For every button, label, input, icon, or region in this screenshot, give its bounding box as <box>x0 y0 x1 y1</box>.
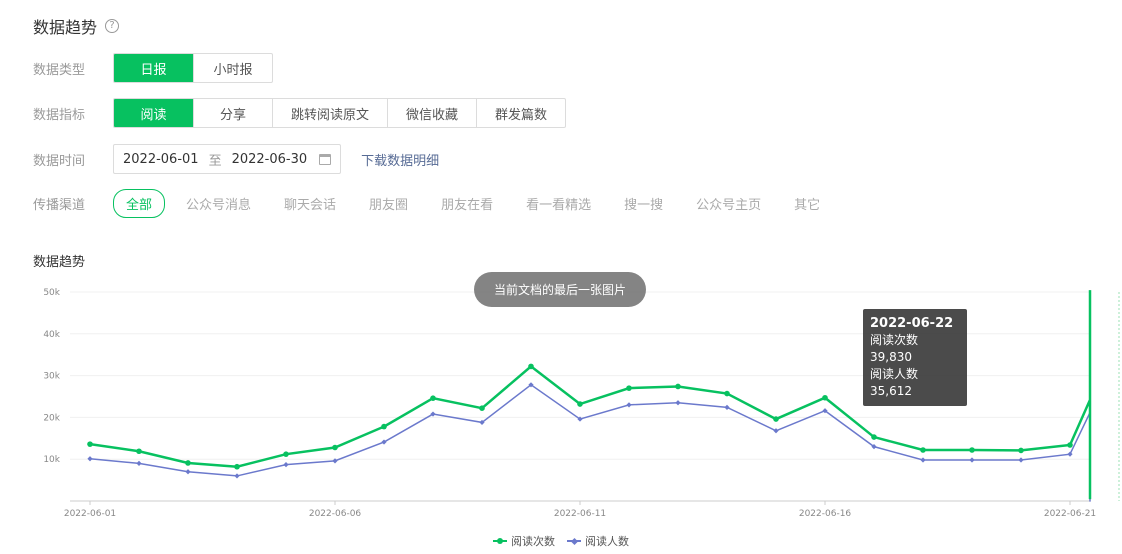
tooltip-date: 2022-06-22 <box>870 316 954 331</box>
data-point-reader-count <box>626 402 632 408</box>
data-point-read-count <box>381 423 387 430</box>
channel-search[interactable]: 搜一搜 <box>624 194 663 213</box>
y-tick-label: 10k <box>43 455 60 465</box>
time-filter-row: 数据时间 2022-06-01 至 2022-06-30 下载数据明细 <box>33 144 439 174</box>
data-point-read-count <box>969 447 975 453</box>
channel-friends-watching[interactable]: 朋友在看 <box>441 194 493 213</box>
type-segmented-control: 日报 小时报 <box>113 53 273 83</box>
data-point-read-count <box>479 405 485 412</box>
metric-filter-label: 数据指标 <box>33 107 86 123</box>
x-tick-label: 2022-06-16 <box>799 509 852 519</box>
legend-label-reader-count: 阅读人数 <box>585 535 629 548</box>
data-point-read-count <box>332 444 338 451</box>
data-point-read-count <box>626 385 632 391</box>
x-tick-label: 2022-06-01 <box>64 509 116 519</box>
data-point-reader-count <box>234 473 240 479</box>
last-image-notice: 当前文档的最后一张图片 <box>474 272 646 307</box>
data-point-read-count <box>675 383 681 390</box>
y-tick-label: 50k <box>43 288 60 298</box>
data-point-read-count <box>234 463 240 470</box>
legend-item-read-count[interactable]: 阅读次数 <box>493 533 555 549</box>
metric-segmented-control: 阅读 分享 跳转阅读原文 微信收藏 群发篇数 <box>113 98 567 128</box>
chart-legend: 阅读次数 阅读人数 <box>0 533 1122 549</box>
data-point-reader-count <box>969 457 975 463</box>
channel-top-stories[interactable]: 看一看精选 <box>526 194 591 213</box>
x-tick-label: 2022-06-11 <box>554 509 606 519</box>
data-point-read-count <box>724 390 730 397</box>
data-point-reader-count <box>920 457 926 463</box>
data-point-reader-count <box>136 460 142 466</box>
data-point-reader-count <box>675 400 681 406</box>
channel-chat[interactable]: 聊天会话 <box>284 194 336 213</box>
metric-filter-row: 数据指标 阅读 分享 跳转阅读原文 微信收藏 群发篇数 <box>33 98 567 128</box>
metric-option-broadcast-count[interactable]: 群发篇数 <box>476 99 565 127</box>
data-point-read-count <box>773 416 779 422</box>
data-point-read-count <box>283 451 289 457</box>
data-point-read-count <box>1067 442 1073 448</box>
data-point-read-count <box>136 448 142 455</box>
channel-moments[interactable]: 朋友圈 <box>369 194 408 213</box>
data-point-read-count <box>577 401 583 407</box>
x-tick-label: 2022-06-06 <box>309 509 362 519</box>
type-option-hourly[interactable]: 小时报 <box>193 54 272 82</box>
data-point-reader-count <box>185 469 191 475</box>
data-point-reader-count <box>87 456 93 462</box>
x-tick-label: 2022-06-21 <box>1044 509 1096 519</box>
tooltip-reader-count: 阅读人数 35,612 <box>870 367 919 398</box>
data-point-read-count <box>185 460 191 466</box>
chart-tooltip: 2022-06-22 阅读次数 39,830 阅读人数 35,612 <box>863 309 967 406</box>
data-point-reader-count <box>773 428 779 434</box>
chart-title: 数据趋势 <box>33 255 86 270</box>
section-title-row: 数据趋势 ? <box>33 14 120 38</box>
data-point-reader-count <box>283 462 289 468</box>
data-point-reader-count <box>1067 451 1073 457</box>
calendar-icon <box>319 153 332 165</box>
data-point-read-count <box>920 447 926 453</box>
channel-official-message[interactable]: 公众号消息 <box>186 194 251 213</box>
metric-option-jump-original[interactable]: 跳转阅读原文 <box>272 99 387 127</box>
tooltip-read-count: 阅读次数 39,830 <box>870 333 919 364</box>
date-separator: 至 <box>208 153 222 169</box>
data-point-read-count <box>822 394 828 401</box>
channel-other[interactable]: 其它 <box>794 194 820 213</box>
channel-filter-row: 传播渠道 全部 公众号消息 聊天会话 朋友圈 朋友在看 看一看精选 搜一搜 公众… <box>33 189 853 218</box>
date-end: 2022-06-30 <box>231 151 308 167</box>
page-title: 数据趋势 <box>33 18 98 37</box>
legend-diamond-marker <box>567 536 581 546</box>
y-tick-label: 40k <box>43 330 60 340</box>
data-point-reader-count <box>724 404 730 410</box>
channel-all[interactable]: 全部 <box>113 189 166 218</box>
y-tick-label: 20k <box>43 413 60 423</box>
legend-label-read-count: 阅读次数 <box>511 535 555 548</box>
date-range-picker[interactable]: 2022-06-01 至 2022-06-30 <box>113 144 342 174</box>
data-point-reader-count <box>1018 457 1024 463</box>
download-details-link[interactable]: 下载数据明细 <box>361 150 439 169</box>
type-filter-row: 数据类型 日报 小时报 <box>33 53 273 83</box>
metric-option-favorite[interactable]: 微信收藏 <box>387 99 476 127</box>
type-filter-label: 数据类型 <box>33 62 86 78</box>
help-icon[interactable]: ? <box>105 19 120 33</box>
y-tick-label: 30k <box>43 372 60 382</box>
metric-option-read[interactable]: 阅读 <box>114 99 193 127</box>
time-filter-label: 数据时间 <box>33 153 86 169</box>
legend-circle-marker <box>493 536 507 546</box>
data-point-read-count <box>430 395 436 401</box>
data-point-read-count <box>871 434 877 440</box>
date-start: 2022-06-01 <box>123 151 199 167</box>
data-point-read-count <box>528 363 534 370</box>
data-point-read-count <box>87 441 93 447</box>
legend-item-reader-count[interactable]: 阅读人数 <box>567 533 629 549</box>
channel-homepage[interactable]: 公众号主页 <box>696 194 761 213</box>
channel-filter-label: 传播渠道 <box>33 198 86 213</box>
type-option-daily[interactable]: 日报 <box>114 54 193 82</box>
metric-option-share[interactable]: 分享 <box>193 99 272 127</box>
data-point-read-count <box>1018 447 1024 454</box>
